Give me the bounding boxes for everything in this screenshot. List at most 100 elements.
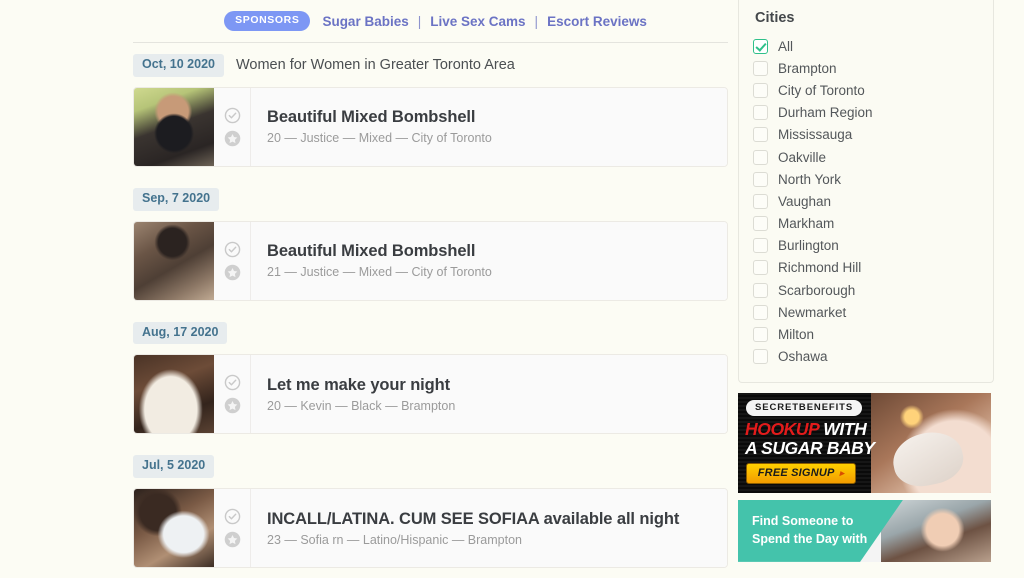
ad-cta-label: FREE SIGNUP bbox=[757, 467, 835, 480]
ad-headline-highlight: HOOKUP bbox=[745, 418, 819, 439]
cities-panel-title: Cities bbox=[755, 10, 795, 26]
listing-title[interactable]: Beautiful Mixed Bombshell bbox=[267, 242, 727, 261]
city-label: Markham bbox=[778, 216, 835, 232]
listing-meta: 20 — Justice — Mixed — City of Toronto bbox=[267, 131, 492, 146]
checkbox-durham-region[interactable] bbox=[753, 105, 768, 121]
ad-banner-find-someone[interactable]: Find Someone to Spend the Day with bbox=[738, 499, 991, 562]
star-circle-icon[interactable] bbox=[224, 264, 241, 281]
listing-body: INCALL/LATINA. CUM SEE SOFIAA available … bbox=[251, 489, 727, 567]
listing-badge-column bbox=[214, 489, 251, 567]
city-label: Vaughan bbox=[778, 193, 832, 209]
listing-row[interactable]: INCALL/LATINA. CUM SEE SOFIAA available … bbox=[133, 488, 728, 568]
sidebar: Cities All Brampton City of Toronto Durh… bbox=[738, 0, 994, 562]
checkbox-milton[interactable] bbox=[753, 327, 768, 343]
ad-brand-label: SECRETBENEFITS bbox=[746, 399, 863, 416]
sidebar-city-durham-region[interactable]: Durham Region bbox=[753, 102, 979, 124]
listing-row[interactable]: Let me make your night 20 — Kevin — Blac… bbox=[133, 354, 728, 435]
checkbox-burlington[interactable] bbox=[753, 238, 768, 254]
sponsors-badge: SPONSORS bbox=[224, 11, 311, 31]
checkbox-scarborough[interactable] bbox=[753, 282, 768, 298]
city-label: Oshawa bbox=[778, 349, 828, 365]
date-badge[interactable]: Jul, 5 2020 bbox=[133, 455, 215, 478]
listing-title[interactable]: Beautiful Mixed Bombshell bbox=[267, 108, 727, 127]
sponsor-separator-2: | bbox=[534, 13, 539, 29]
date-badge[interactable]: Aug, 17 2020 bbox=[133, 321, 228, 345]
ad-photo bbox=[881, 499, 991, 562]
sidebar-city-oakville[interactable]: Oakville bbox=[753, 146, 979, 168]
ad-banner-secret-benefits[interactable]: SECRETBENEFITS HOOKUP WITH A SUGAR BABY … bbox=[738, 392, 991, 493]
listing-row[interactable]: Beautiful Mixed Bombshell 21 — Justice —… bbox=[133, 220, 728, 301]
sidebar-city-milton[interactable]: Milton bbox=[753, 323, 979, 345]
sidebar-city-brampton[interactable]: Brampton bbox=[753, 57, 979, 79]
sponsor-separator-1: | bbox=[417, 13, 422, 29]
check-circle-icon[interactable] bbox=[224, 508, 241, 525]
sidebar-city-richmond-hill[interactable]: Richmond Hill bbox=[753, 257, 979, 279]
sidebar-city-all[interactable]: All bbox=[753, 35, 979, 57]
sidebar-city-mississauga[interactable]: Mississauga bbox=[753, 124, 979, 146]
feed-date-group-header: Oct, 10 2020 Women for Women in Greater … bbox=[133, 43, 728, 87]
checkbox-newmarket[interactable] bbox=[753, 304, 768, 320]
check-circle-icon[interactable] bbox=[224, 107, 241, 124]
listing-title[interactable]: INCALL/LATINA. CUM SEE SOFIAA available … bbox=[267, 510, 727, 529]
checkbox-vaughan[interactable] bbox=[753, 193, 768, 209]
check-circle-icon[interactable] bbox=[224, 374, 241, 391]
ad-headline-line2: A SUGAR BABY bbox=[745, 437, 875, 458]
checkbox-north-york[interactable] bbox=[753, 171, 768, 187]
listing-thumbnail[interactable] bbox=[134, 355, 214, 434]
date-badge[interactable]: Oct, 10 2020 bbox=[133, 54, 224, 77]
checkbox-brampton[interactable] bbox=[753, 60, 768, 76]
checkbox-markham[interactable] bbox=[753, 216, 768, 232]
ad-headline-line1: Find Someone to bbox=[752, 513, 854, 528]
city-label: Burlington bbox=[778, 238, 839, 254]
star-circle-icon[interactable] bbox=[224, 130, 241, 147]
checkbox-oshawa[interactable] bbox=[753, 349, 768, 365]
ad-cta-free-signup[interactable]: FREE SIGNUP ▸ bbox=[746, 462, 856, 484]
ad-headline-rest: WITH bbox=[818, 418, 867, 439]
sidebar-city-vaughan[interactable]: Vaughan bbox=[753, 190, 979, 212]
sponsor-link-escort-reviews[interactable]: Escort Reviews bbox=[547, 14, 647, 29]
sidebar-city-newmarket[interactable]: Newmarket bbox=[753, 301, 979, 323]
listing-title[interactable]: Let me make your night bbox=[267, 376, 727, 395]
listing-badge-column bbox=[214, 87, 251, 166]
checkbox-oakville[interactable] bbox=[753, 149, 768, 165]
sponsor-link-sugar-babies[interactable]: Sugar Babies bbox=[322, 14, 408, 29]
city-label: Mississauga bbox=[778, 127, 853, 143]
city-label: Milton bbox=[778, 327, 815, 343]
listing-thumbnail[interactable] bbox=[134, 489, 214, 567]
sponsor-links: Sugar Babies | Live Sex Cams | Escort Re… bbox=[322, 14, 646, 29]
listing-row[interactable]: Beautiful Mixed Bombshell 20 — Justice —… bbox=[133, 86, 728, 167]
sponsor-bar: SPONSORS Sugar Babies | Live Sex Cams | … bbox=[133, 0, 728, 42]
sidebar-city-markham[interactable]: Markham bbox=[753, 213, 979, 235]
sidebar-city-city-of-toronto[interactable]: City of Toronto bbox=[753, 79, 979, 101]
sponsor-link-live-sex-cams[interactable]: Live Sex Cams bbox=[430, 14, 525, 29]
listing-thumbnail[interactable] bbox=[134, 221, 214, 300]
date-badge[interactable]: Sep, 7 2020 bbox=[133, 187, 220, 211]
checkbox-richmond-hill[interactable] bbox=[753, 260, 768, 276]
cities-filter-panel: Cities All Brampton City of Toronto Durh… bbox=[738, 0, 994, 383]
city-label: City of Toronto bbox=[778, 82, 865, 98]
check-circle-icon[interactable] bbox=[224, 241, 241, 258]
sidebar-city-oshawa[interactable]: Oshawa bbox=[753, 346, 979, 368]
star-circle-icon[interactable] bbox=[224, 531, 241, 548]
checkbox-mississauga[interactable] bbox=[753, 127, 768, 143]
star-circle-icon[interactable] bbox=[224, 397, 241, 414]
ad-headline-line1: HOOKUP WITH bbox=[745, 418, 867, 440]
page-root: SPONSORS Sugar Babies | Live Sex Cams | … bbox=[0, 0, 1024, 568]
listing-body: Beautiful Mixed Bombshell 20 — Justice —… bbox=[251, 87, 727, 166]
listing-thumbnail[interactable] bbox=[134, 87, 214, 166]
listing-badge-column bbox=[214, 221, 251, 300]
checkbox-all[interactable] bbox=[753, 38, 768, 54]
listing-badge-column bbox=[214, 355, 251, 434]
city-label: Brampton bbox=[778, 60, 837, 76]
date-group-caption: Women for Women in Greater Toronto Area bbox=[235, 57, 515, 74]
sidebar-city-scarborough[interactable]: Scarborough bbox=[753, 279, 979, 301]
feed-date-group-header: Aug, 17 2020 bbox=[133, 311, 728, 355]
listing-body: Let me make your night 20 — Kevin — Blac… bbox=[251, 355, 727, 434]
arrow-right-icon: ▸ bbox=[839, 467, 845, 478]
sidebar-city-burlington[interactable]: Burlington bbox=[753, 235, 979, 257]
city-label: All bbox=[778, 38, 794, 54]
checkbox-city-of-toronto[interactable] bbox=[753, 82, 768, 98]
city-label: North York bbox=[778, 171, 842, 187]
city-label: Newmarket bbox=[778, 304, 847, 320]
sidebar-city-north-york[interactable]: North York bbox=[753, 168, 979, 190]
